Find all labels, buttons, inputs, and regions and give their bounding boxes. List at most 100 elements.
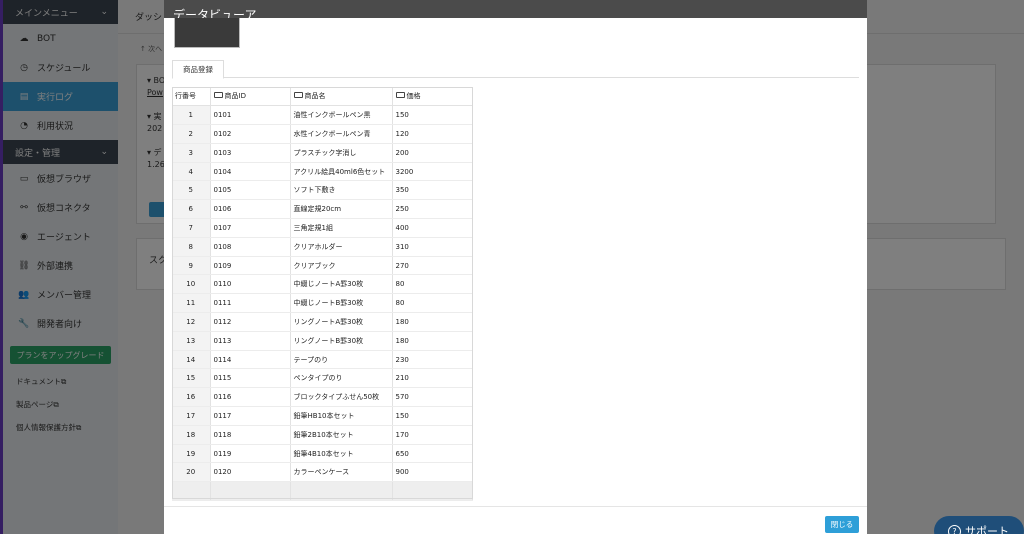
table-cell-no[interactable]: 5	[172, 180, 211, 201]
sheet-tabs: 商品登録	[172, 60, 859, 79]
table-cell-id[interactable]: 0120	[210, 462, 291, 483]
table-cell-no[interactable]: 19	[172, 444, 211, 464]
table-cell-no[interactable]: 18	[172, 425, 211, 445]
table-cell-no[interactable]: 20	[172, 462, 211, 483]
table-cell-id[interactable]: 0109	[210, 256, 291, 276]
table-cell-price[interactable]: 80	[392, 274, 473, 295]
table-cell-no[interactable]: 16	[172, 387, 211, 408]
table-cell-name[interactable]: 中綴じノートA罫30枚	[290, 274, 393, 295]
text-field-icon	[213, 92, 223, 99]
table-cell-id[interactable]: 0102	[210, 124, 291, 144]
table-cell-id[interactable]: 0105	[210, 180, 291, 201]
table-cell-name[interactable]: プラスチック字消し	[290, 143, 393, 163]
table-cell-name[interactable]: ペンタイプのり	[290, 368, 393, 389]
tab-product-registration[interactable]: 商品登録	[172, 60, 224, 79]
table-cell-name[interactable]: 油性インクボールペン黒	[290, 105, 393, 126]
data-table: 行番号 商品ID 商品名 価格 1 0101 油性インクボールペン黒 150 2 0102…	[172, 87, 473, 502]
table-cell-price[interactable]: 400	[392, 218, 473, 238]
table-cell-empty[interactable]	[392, 481, 473, 502]
table-cell-id[interactable]: 0114	[210, 350, 291, 370]
table-cell-no[interactable]: 3	[172, 143, 211, 163]
table-cell-name[interactable]: リングノートA罫30枚	[290, 312, 393, 332]
table-cell-id[interactable]: 0106	[210, 199, 291, 220]
table-cell-name[interactable]: アクリル絵具40ml6色セット	[290, 162, 393, 182]
table-cell-no[interactable]: 4	[172, 162, 211, 182]
table-cell-id[interactable]: 0111	[210, 293, 291, 314]
table-cell-id[interactable]: 0103	[210, 143, 291, 163]
table-row: 20 0120 カラーペンケース 900	[172, 462, 473, 483]
table-cell-name[interactable]: 鉛筆4B10本セット	[290, 444, 393, 464]
table-row: 1 0101 油性インクボールペン黒 150	[172, 105, 473, 126]
table-cell-name[interactable]: 水性インクボールペン青	[290, 124, 393, 144]
column-header-product-id[interactable]: 商品ID	[210, 87, 291, 107]
table-cell-id[interactable]: 0112	[210, 312, 291, 332]
table-cell-id[interactable]: 0118	[210, 425, 291, 445]
table-row: 14 0114 テープのり 230	[172, 350, 473, 370]
table-cell-empty[interactable]	[290, 481, 393, 502]
table-cell-name[interactable]: リングノートB罫30枚	[290, 331, 393, 351]
table-cell-price[interactable]: 150	[392, 105, 473, 126]
table-cell-name[interactable]: クリアブック	[290, 256, 393, 276]
close-button[interactable]: 閉じる	[825, 516, 859, 533]
support-button[interactable]: ? サポート	[934, 516, 1024, 534]
table-cell-price[interactable]: 80	[392, 293, 473, 314]
table-cell-price[interactable]: 210	[392, 368, 473, 389]
table-cell-no[interactable]: 6	[172, 199, 211, 220]
table-cell-price[interactable]: 250	[392, 199, 473, 220]
table-cell-id[interactable]: 0104	[210, 162, 291, 182]
table-cell-id[interactable]: 0110	[210, 274, 291, 295]
table-cell-no[interactable]: 10	[172, 274, 211, 295]
table-cell-no[interactable]: 15	[172, 368, 211, 389]
modal-title: データビューア	[173, 8, 257, 18]
table-cell-empty[interactable]	[172, 481, 211, 502]
table-cell-no[interactable]: 11	[172, 293, 211, 314]
table-cell-empty[interactable]	[210, 481, 291, 502]
table-cell-no[interactable]: 1	[172, 105, 211, 126]
table-cell-name[interactable]: ソフト下敷き	[290, 180, 393, 201]
table-cell-no[interactable]: 8	[172, 237, 211, 257]
table-cell-id[interactable]: 0119	[210, 444, 291, 464]
table-cell-name[interactable]: テープのり	[290, 350, 393, 370]
table-cell-name[interactable]: カラーペンケース	[290, 462, 393, 483]
table-cell-name[interactable]: 三角定規1組	[290, 218, 393, 238]
table-cell-name[interactable]: 中綴じノートB罫30枚	[290, 293, 393, 314]
table-cell-name[interactable]: 鉛筆2B10本セット	[290, 425, 393, 445]
table-cell-no[interactable]: 2	[172, 124, 211, 144]
table-cell-price[interactable]: 200	[392, 143, 473, 163]
table-cell-id[interactable]: 0113	[210, 331, 291, 351]
table-cell-price[interactable]: 900	[392, 462, 473, 483]
modal-header: データビューア	[164, 0, 867, 18]
table-cell-price[interactable]: 180	[392, 331, 473, 351]
table-cell-name[interactable]: ブロックタイプふせん50枚	[290, 387, 393, 408]
table-cell-price[interactable]: 180	[392, 312, 473, 332]
table-cell-no[interactable]: 14	[172, 350, 211, 370]
table-cell-no[interactable]: 17	[172, 406, 211, 426]
table-cell-price[interactable]: 230	[392, 350, 473, 370]
column-header-row-no[interactable]: 行番号	[172, 87, 211, 107]
table-cell-price[interactable]: 150	[392, 406, 473, 426]
table-cell-price[interactable]: 350	[392, 180, 473, 201]
table-cell-id[interactable]: 0101	[210, 105, 291, 126]
table-cell-no[interactable]: 12	[172, 312, 211, 332]
table-cell-name[interactable]: クリアホルダー	[290, 237, 393, 257]
column-header-product-name[interactable]: 商品名	[290, 87, 393, 107]
table-cell-id[interactable]: 0115	[210, 368, 291, 389]
table-cell-id[interactable]: 0117	[210, 406, 291, 426]
table-cell-id[interactable]: 0116	[210, 387, 291, 408]
table-cell-price[interactable]: 570	[392, 387, 473, 408]
table-cell-price[interactable]: 650	[392, 444, 473, 464]
table-cell-price[interactable]: 3200	[392, 162, 473, 182]
table-cell-price[interactable]: 270	[392, 256, 473, 276]
column-header-price[interactable]: 価格	[392, 87, 473, 107]
table-cell-name[interactable]: 鉛筆HB10本セット	[290, 406, 393, 426]
table-cell-no[interactable]: 13	[172, 331, 211, 351]
table-cell-no[interactable]: 9	[172, 256, 211, 276]
table-cell-no[interactable]: 7	[172, 218, 211, 238]
table-cell-price[interactable]: 120	[392, 124, 473, 144]
table-cell-id[interactable]: 0107	[210, 218, 291, 238]
table-row: 8 0108 クリアホルダー 310	[172, 237, 473, 257]
table-cell-name[interactable]: 直線定規20cm	[290, 199, 393, 220]
table-cell-id[interactable]: 0108	[210, 237, 291, 257]
table-cell-price[interactable]: 170	[392, 425, 473, 445]
table-cell-price[interactable]: 310	[392, 237, 473, 257]
